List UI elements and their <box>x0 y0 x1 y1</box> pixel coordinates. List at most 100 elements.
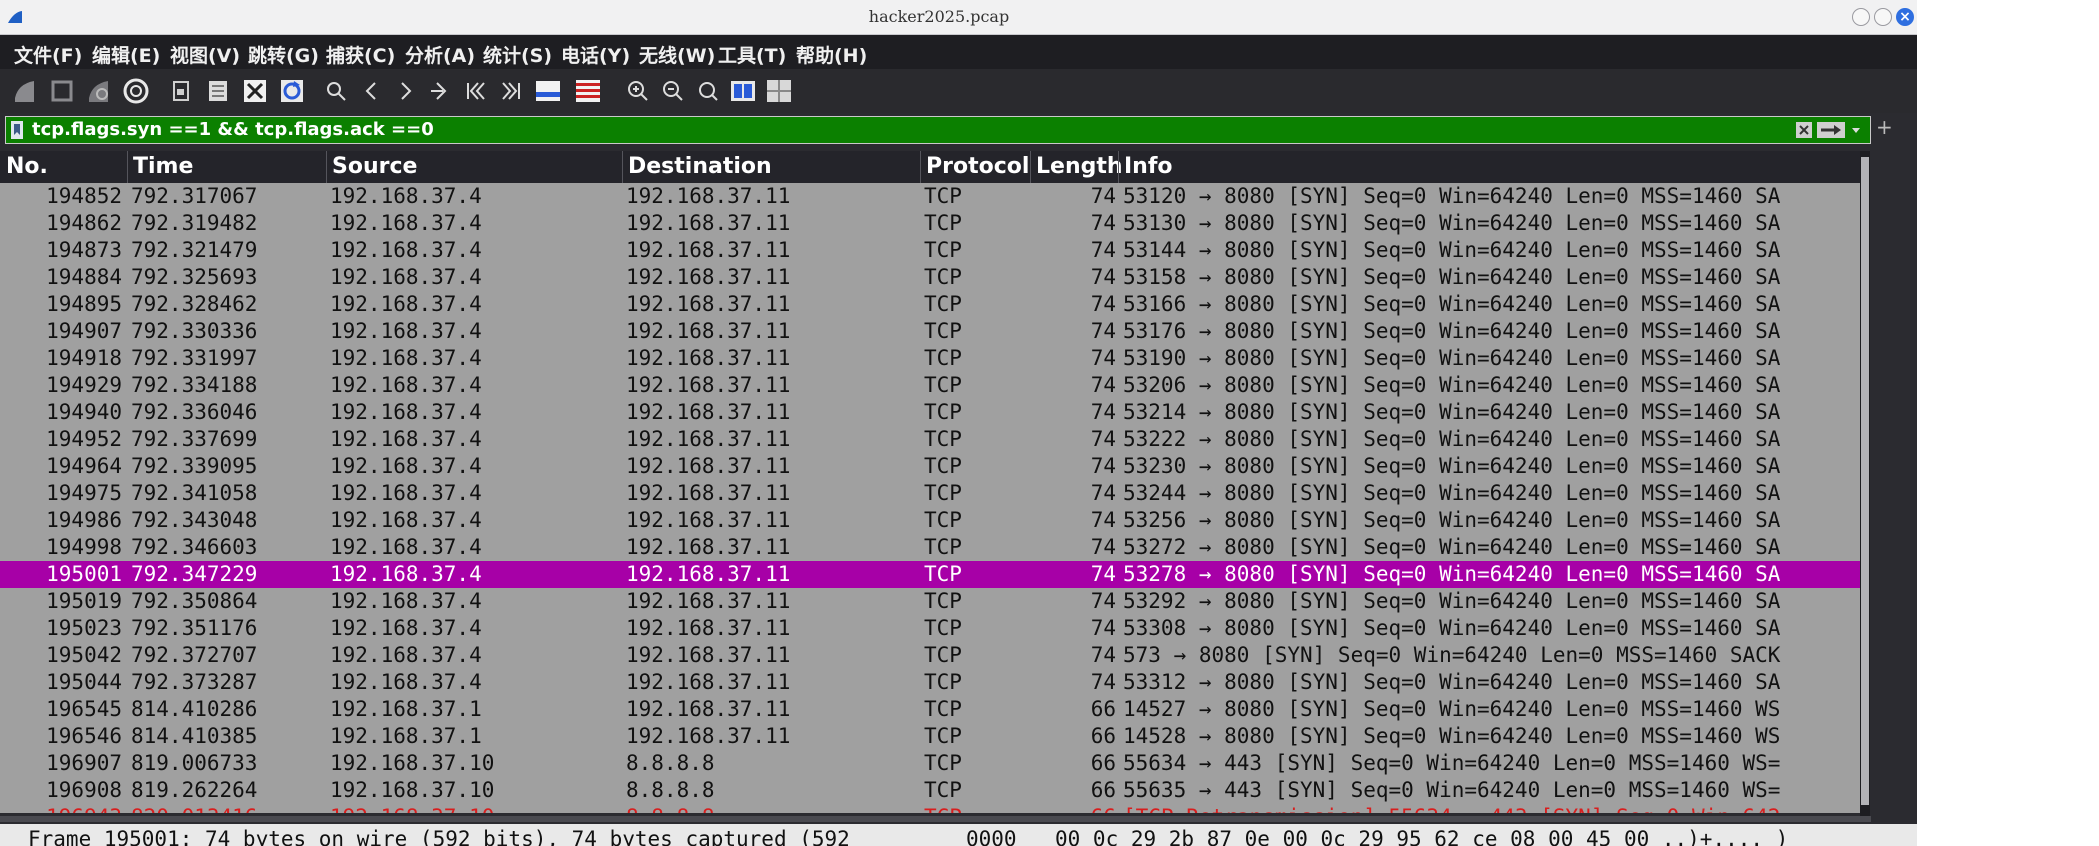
close-button[interactable]: × <box>1896 8 1914 26</box>
packet-list[interactable]: 194852 792.317067 192.168.37.4 192.168.37.1… <box>0 183 1860 813</box>
column-divider[interactable] <box>622 151 623 183</box>
cell-no: 196546 <box>46 724 122 748</box>
find-packet-icon[interactable] <box>321 76 351 106</box>
packet-row[interactable]: 194873 792.321479 192.168.37.4 192.168.37.1… <box>0 237 1860 264</box>
cell-len: 66 <box>1090 724 1116 748</box>
cell-info: 53130 → 8080 [SYN] Seq=0 Win=64240 Len=0… <box>1123 211 1781 235</box>
clear-filter-icon[interactable] <box>1795 121 1813 143</box>
close-file-icon[interactable] <box>240 76 270 106</box>
auto-scroll-icon[interactable] <box>533 76 563 106</box>
packet-row[interactable]: 194940 792.336046 192.168.37.4 192.168.37.1… <box>0 399 1860 426</box>
menu-item-2[interactable]: 视图(V) <box>170 41 240 68</box>
column-divider[interactable] <box>326 151 327 183</box>
filter-dropdown-icon[interactable] <box>1851 121 1861 143</box>
restart-capture-icon[interactable] <box>84 76 114 106</box>
packet-row[interactable]: 194895 792.328462 192.168.37.4 192.168.37.1… <box>0 291 1860 318</box>
menu-item-4[interactable]: 捕获(C) <box>326 41 395 68</box>
cell-src: 192.168.37.4 <box>330 508 482 532</box>
go-back-icon[interactable] <box>356 76 386 106</box>
menu-item-1[interactable]: 编辑(E) <box>92 41 160 68</box>
hex-bytes[interactable]: 00 0c 29 2b 87 0e 00 0c 29 95 62 ce 08 0… <box>1055 827 1788 846</box>
cell-src: 192.168.37.4 <box>330 427 482 451</box>
packet-row[interactable]: 196545 814.410286 192.168.37.1 192.168.37.1… <box>0 696 1860 723</box>
column-header-source[interactable]: Source <box>332 154 417 179</box>
column-divider[interactable] <box>127 151 128 183</box>
packet-row[interactable]: 196907 819.006733 192.168.37.10 8.8.8.8 TCP 6… <box>0 750 1860 777</box>
packet-row[interactable]: 194884 792.325693 192.168.37.4 192.168.37.1… <box>0 264 1860 291</box>
menu-item-7[interactable]: 电话(Y) <box>561 41 630 68</box>
cell-dst: 192.168.37.11 <box>626 724 791 748</box>
minimize-button[interactable] <box>1852 8 1870 26</box>
packet-row[interactable]: 195019 792.350864 192.168.37.4 192.168.37.1… <box>0 588 1860 615</box>
packet-row[interactable]: 195042 792.372707 192.168.37.4 192.168.37.1… <box>0 642 1860 669</box>
packet-row[interactable]: 194918 792.331997 192.168.37.4 192.168.37.1… <box>0 345 1860 372</box>
normal-size-icon[interactable] <box>693 76 723 106</box>
zoom-in-icon[interactable] <box>623 76 653 106</box>
packet-row[interactable]: 194952 792.337699 192.168.37.4 192.168.37.1… <box>0 426 1860 453</box>
packet-row[interactable]: 194929 792.334188 192.168.37.4 192.168.37.1… <box>0 372 1860 399</box>
packet-row[interactable]: 195044 792.373287 192.168.37.4 192.168.37.1… <box>0 669 1860 696</box>
packet-row[interactable]: 194986 792.343048 192.168.37.4 192.168.37.1… <box>0 507 1860 534</box>
last-packet-icon[interactable] <box>496 76 526 106</box>
save-file-icon[interactable] <box>203 76 233 106</box>
start-capture-icon[interactable] <box>10 76 40 106</box>
maximize-button[interactable] <box>1874 8 1892 26</box>
stop-capture-icon[interactable] <box>47 76 77 106</box>
column-divider[interactable] <box>1118 151 1119 183</box>
column-header-info[interactable]: Info <box>1124 154 1173 179</box>
column-header-length[interactable]: Length <box>1036 154 1123 179</box>
cell-proto: TCP <box>924 724 962 748</box>
first-packet-icon[interactable] <box>461 76 491 106</box>
cell-len: 74 <box>1090 535 1116 559</box>
menu-item-0[interactable]: 文件(F) <box>14 41 82 68</box>
menu-item-8[interactable]: 无线(W) <box>639 41 715 68</box>
zoom-out-icon[interactable] <box>658 76 688 106</box>
menu-item-3[interactable]: 跳转(G) <box>248 41 319 68</box>
cell-len: 74 <box>1090 670 1116 694</box>
packet-row-selected[interactable]: 195001 792.347229 192.168.37.4 192.168.37.1… <box>0 561 1860 588</box>
go-forward-icon[interactable] <box>391 76 421 106</box>
packet-row[interactable]: 196908 819.262264 192.168.37.10 8.8.8.8 TCP 6… <box>0 777 1860 804</box>
open-file-icon[interactable] <box>166 76 196 106</box>
scrollbar-thumb[interactable] <box>1861 157 1869 805</box>
packet-row[interactable]: 196546 814.410385 192.168.37.1 192.168.37.1… <box>0 723 1860 750</box>
vertical-scrollbar[interactable] <box>1860 151 1870 816</box>
cell-dst: 192.168.37.11 <box>626 184 791 208</box>
go-to-packet-icon[interactable] <box>426 76 456 106</box>
column-header-time[interactable]: Time <box>133 154 193 179</box>
add-filter-button-icon[interactable]: + <box>1876 115 1893 139</box>
packet-row[interactable]: 194964 792.339095 192.168.37.4 192.168.37.1… <box>0 453 1860 480</box>
menu-item-6[interactable]: 统计(S) <box>483 41 552 68</box>
column-header-protocol[interactable]: Protocol <box>926 154 1029 179</box>
menu-bar: 文件(F) 编辑(E) 视图(V) 跳转(G) 捕获(C) 分析(A) 统计(S) 电话(Y)… <box>0 35 1917 69</box>
column-divider[interactable] <box>920 151 921 183</box>
cell-time: 792.336046 <box>131 400 258 424</box>
packet-row[interactable]: 194998 792.346603 192.168.37.4 192.168.37.1… <box>0 534 1860 561</box>
display-filter-bar[interactable]: tcp.flags.syn ==1 && tcp.flags.ack ==0 <box>5 116 1871 144</box>
menu-item-5[interactable]: 分析(A) <box>405 41 475 68</box>
packet-row[interactable]: 195023 792.351176 192.168.37.4 192.168.37.1… <box>0 615 1860 642</box>
cell-no: 194964 <box>46 454 122 478</box>
column-header-destination[interactable]: Destination <box>628 154 772 179</box>
apply-filter-icon[interactable] <box>1816 121 1846 143</box>
cell-time: 792.346603 <box>131 535 258 559</box>
packet-row[interactable]: 194852 792.317067 192.168.37.4 192.168.37.1… <box>0 183 1860 210</box>
packet-detail-summary[interactable]: Frame 195001: 74 bytes on wire (592 bits… <box>28 827 850 846</box>
packet-row[interactable]: 194975 792.341058 192.168.37.4 192.168.37.1… <box>0 480 1860 507</box>
menu-item-9[interactable]: 工具(T) <box>718 41 786 68</box>
capture-options-icon[interactable] <box>121 76 151 106</box>
column-divider[interactable] <box>1030 151 1031 183</box>
packet-row[interactable]: 194862 792.319482 192.168.37.4 192.168.37.1… <box>0 210 1860 237</box>
layout-icon[interactable] <box>764 76 794 106</box>
column-header-no[interactable]: No. <box>6 154 48 179</box>
packet-row[interactable]: 196943 820.013416 192.168.37.10 8.8.8.8 TCP 6… <box>0 804 1860 813</box>
bookmark-icon[interactable] <box>10 120 24 144</box>
menu-item-10[interactable]: 帮助(H) <box>796 41 867 68</box>
colorize-icon[interactable] <box>573 76 603 106</box>
display-filter-input[interactable]: tcp.flags.syn ==1 && tcp.flags.ack ==0 <box>32 119 434 140</box>
cell-len: 66 <box>1090 697 1116 721</box>
horizontal-scrollbar[interactable] <box>0 816 1871 822</box>
reload-file-icon[interactable] <box>277 76 307 106</box>
packet-row[interactable]: 194907 792.330336 192.168.37.4 192.168.37.1… <box>0 318 1860 345</box>
resize-columns-icon[interactable] <box>728 76 758 106</box>
